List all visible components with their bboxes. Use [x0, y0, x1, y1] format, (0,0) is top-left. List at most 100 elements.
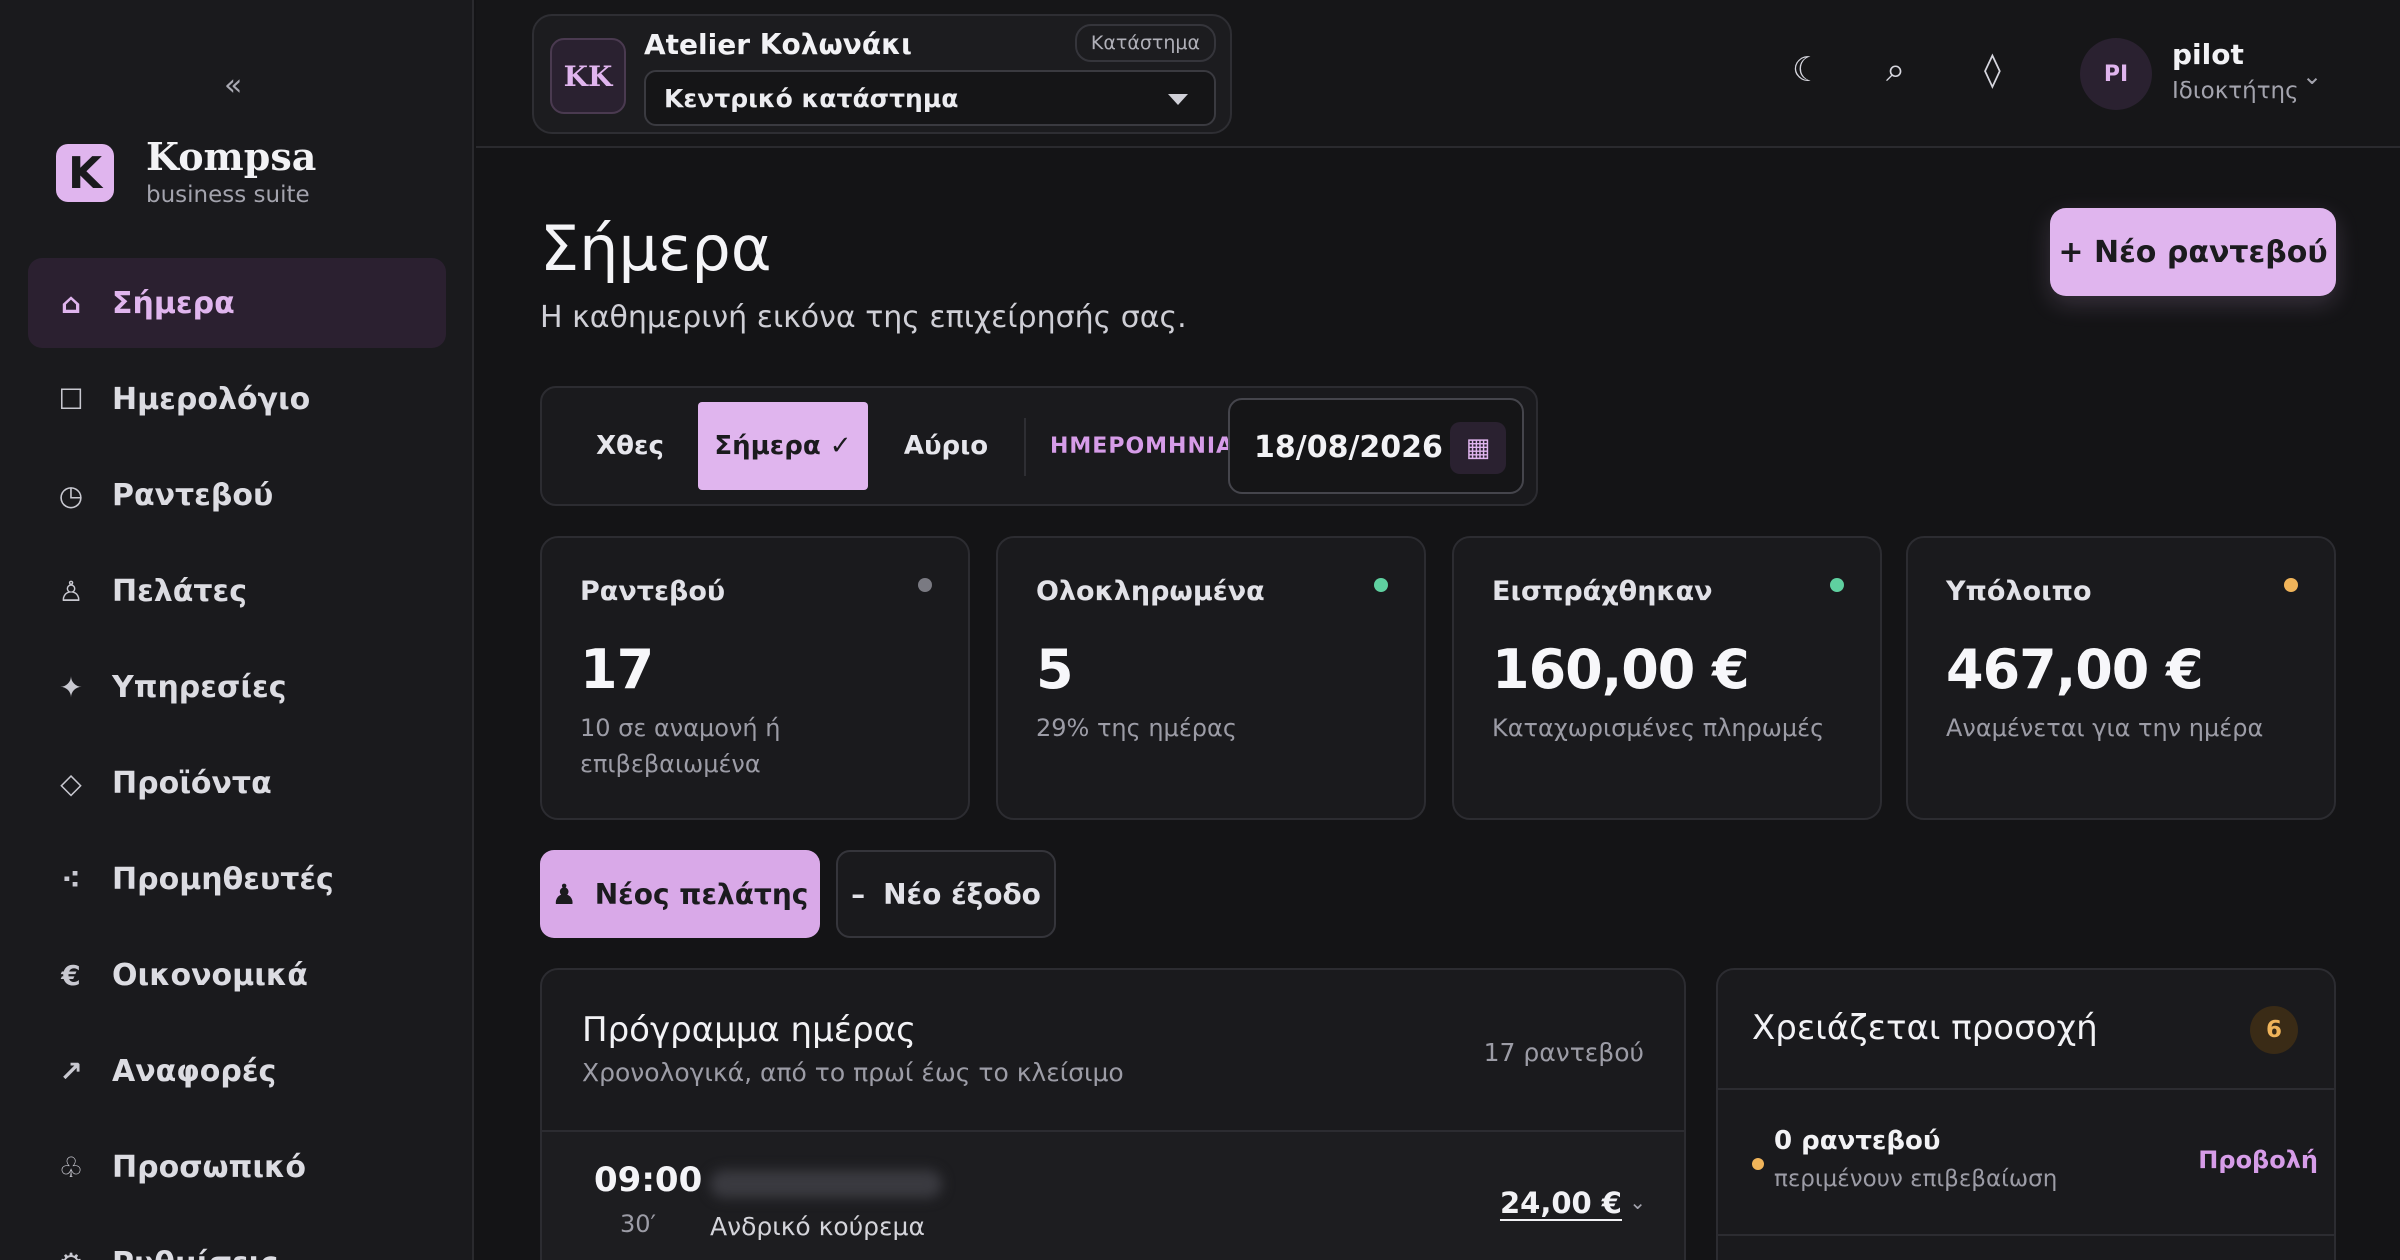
blurred-client-name [710, 1170, 942, 1198]
avatar[interactable]: PI [2080, 38, 2152, 110]
sidebar-item-label: Σήμερα [112, 285, 235, 321]
sidebar-item-appointments[interactable]: ◷ Ραντεβού [28, 450, 446, 540]
diamond-icon[interactable]: ◊ [1984, 50, 2001, 90]
brand-logo: K [56, 144, 114, 202]
sidebar-item-today[interactable]: ⌂ Σήμερα [28, 258, 446, 348]
settings-icon: ⚙ [56, 1247, 86, 1260]
sidebar-item-label: Προμηθευτές [112, 861, 334, 897]
sidebar-item-clients[interactable]: ♙ Πελάτες [28, 546, 446, 636]
sidebar-item-label: Προϊόντα [112, 765, 272, 801]
day-selector: Χθες Σήμερα ✓ Αύριο ΗΜΕΡΟΜΗΝΙΑ 18/08/202… [540, 386, 1538, 506]
user-name[interactable]: pilot [2172, 38, 2244, 71]
stat-subtitle: Καταχωρισμένες πληρωμές [1492, 714, 1825, 742]
sidebar-item-finance[interactable]: € Οικονομικά [28, 930, 446, 1020]
status-dot [1830, 578, 1844, 592]
day-schedule-panel: Πρόγραμμα ημέρας Χρονολογικά, από το πρω… [540, 968, 1686, 1260]
appointment-time: 09:00 [594, 1160, 703, 1200]
date-input[interactable]: 18/08/2026 ▦ [1228, 398, 1524, 494]
stat-label: Υπόλοιπο [1946, 576, 2092, 607]
stat-subtitle: 29% της ημέρας [1036, 714, 1237, 742]
date-value: 18/08/2026 [1254, 430, 1443, 465]
tab-yesterday[interactable]: Χθες [562, 402, 698, 490]
stat-card-completed: Ολοκληρωμένα 5 29% της ημέρας [996, 536, 1426, 820]
button-label: Νέο έξοδο [883, 877, 1041, 911]
sidebar-item-label: Ραντεβού [112, 477, 274, 513]
sparkle-icon: ✦ [59, 670, 83, 704]
store-switcher: KK Atelier Κολωνάκι Κατάστημα Κεντρικό κ… [532, 14, 1232, 134]
calendar-icon: ☐ [58, 382, 84, 416]
branch-select[interactable]: Κεντρικό κατάστημα [644, 70, 1216, 126]
new-client-button[interactable]: ♟ Νέος πελάτης [540, 850, 820, 938]
view-link[interactable]: Προβολή [2198, 1146, 2318, 1174]
brand-subtitle: business suite [146, 182, 310, 208]
person-icon: ♟ [551, 877, 577, 911]
date-label: ΗΜΕΡΟΜΗΝΙΑ [1050, 434, 1235, 459]
store-name: Atelier Κολωνάκι [644, 28, 912, 61]
chevron-down-icon[interactable]: ⌄ [1629, 1190, 1646, 1214]
sidebar: « K Kompsa business suite ⌂ Σήμερα ☐ Ημε… [0, 0, 474, 1260]
appointments-count: 17 ραντεβού [1483, 1038, 1644, 1067]
moon-icon[interactable]: ☾ [1792, 50, 1822, 90]
stat-card-balance: Υπόλοιπο 467,00 € Αναμένεται για την ημέ… [1906, 536, 2336, 820]
appointment-price[interactable]: 24,00 € [1500, 1186, 1622, 1220]
panel-title: Πρόγραμμα ημέρας [582, 1010, 917, 1050]
chevron-down-icon[interactable]: ⌄ [2302, 62, 2322, 90]
panel-title: Χρειάζεται προσοχή [1752, 1008, 2098, 1048]
sidebar-item-settings[interactable]: ⚙ Ρυθμίσεις [28, 1218, 446, 1260]
stat-subtitle: Αναμένεται για την ημέρα [1946, 714, 2264, 742]
diamond-icon: ◇ [60, 766, 82, 800]
sidebar-item-label: Πελάτες [112, 573, 248, 609]
stat-card-collected: Εισπράχθηκαν 160,00 € Καταχωρισμένες πλη… [1452, 536, 1882, 820]
sidebar-item-staff[interactable]: ♧ Προσωπικό [28, 1122, 446, 1212]
appointment-duration: 30′ [620, 1210, 656, 1238]
brand-name: Kompsa [146, 134, 317, 179]
branch-select-value: Κεντρικό κατάστημα [664, 83, 959, 113]
arrow-up-right-icon: ↗ [59, 1054, 83, 1088]
euro-icon: € [61, 958, 81, 992]
sidebar-item-products[interactable]: ◇ Προϊόντα [28, 738, 446, 828]
stat-value: 17 [580, 638, 654, 701]
new-expense-button[interactable]: – Νέο έξοδο [836, 850, 1056, 938]
appointment-service: Ανδρικό κούρεμα [710, 1212, 925, 1241]
home-icon: ⌂ [60, 286, 82, 320]
attention-item-subtitle: περιμένουν επιβεβαίωση [1774, 1166, 2058, 1192]
sidebar-item-services[interactable]: ✦ Υπηρεσίες [28, 642, 446, 732]
new-appointment-button[interactable]: + Νέο ραντεβού [2050, 208, 2336, 296]
status-dot [1752, 1158, 1764, 1170]
sidebar-item-label: Προσωπικό [112, 1149, 306, 1185]
collapse-sidebar-icon[interactable]: « [224, 68, 242, 103]
divider [1718, 1234, 2334, 1236]
sidebar-item-label: Ρυθμίσεις [112, 1246, 278, 1260]
list-item[interactable]: 09:00 30′ Ανδρικό κούρεμα 24,00 € ⌄ [542, 1132, 1684, 1260]
search-icon[interactable]: ⌕ [1886, 50, 1905, 90]
status-dot [1374, 578, 1388, 592]
attention-panel: Χρειάζεται προσοχή 6 0 ραντεβού περιμένο… [1716, 968, 2336, 1260]
person-icon: ♙ [58, 574, 84, 608]
stat-label: Ραντεβού [580, 576, 726, 607]
stat-value: 467,00 € [1946, 638, 2204, 701]
stat-label: Εισπράχθηκαν [1492, 576, 1713, 607]
count-badge: 6 [2250, 1006, 2298, 1054]
dots-icon: ⁖ [61, 862, 81, 896]
store-avatar: KK [550, 38, 626, 114]
tab-tomorrow[interactable]: Αύριο [868, 402, 1024, 490]
calendar-icon[interactable]: ▦ [1450, 422, 1506, 474]
tab-today[interactable]: Σήμερα ✓ [698, 402, 868, 490]
stat-label: Ολοκληρωμένα [1036, 576, 1265, 607]
stat-card-appointments: Ραντεβού 17 10 σε αναμονή ή επιβεβαιωμέν… [540, 536, 970, 820]
stat-value: 5 [1036, 638, 1074, 701]
sidebar-item-reports[interactable]: ↗ Αναφορές [28, 1026, 446, 1116]
clock-icon: ◷ [58, 478, 84, 512]
caret-down-icon [1168, 94, 1188, 105]
sidebar-item-label: Αναφορές [112, 1053, 277, 1089]
page-title: Σήμερα [540, 212, 772, 285]
status-dot [2284, 578, 2298, 592]
sidebar-item-suppliers[interactable]: ⁖ Προμηθευτές [28, 834, 446, 924]
stat-value: 160,00 € [1492, 638, 1750, 701]
minus-icon: – [851, 877, 866, 911]
sidebar-item-calendar[interactable]: ☐ Ημερολόγιο [28, 354, 446, 444]
divider [1024, 418, 1026, 476]
store-tag-badge: Κατάστημα [1074, 24, 1216, 62]
sidebar-item-label: Υπηρεσίες [112, 669, 287, 705]
panel-subtitle: Χρονολογικά, από το πρωί έως το κλείσιμο [582, 1058, 1124, 1087]
